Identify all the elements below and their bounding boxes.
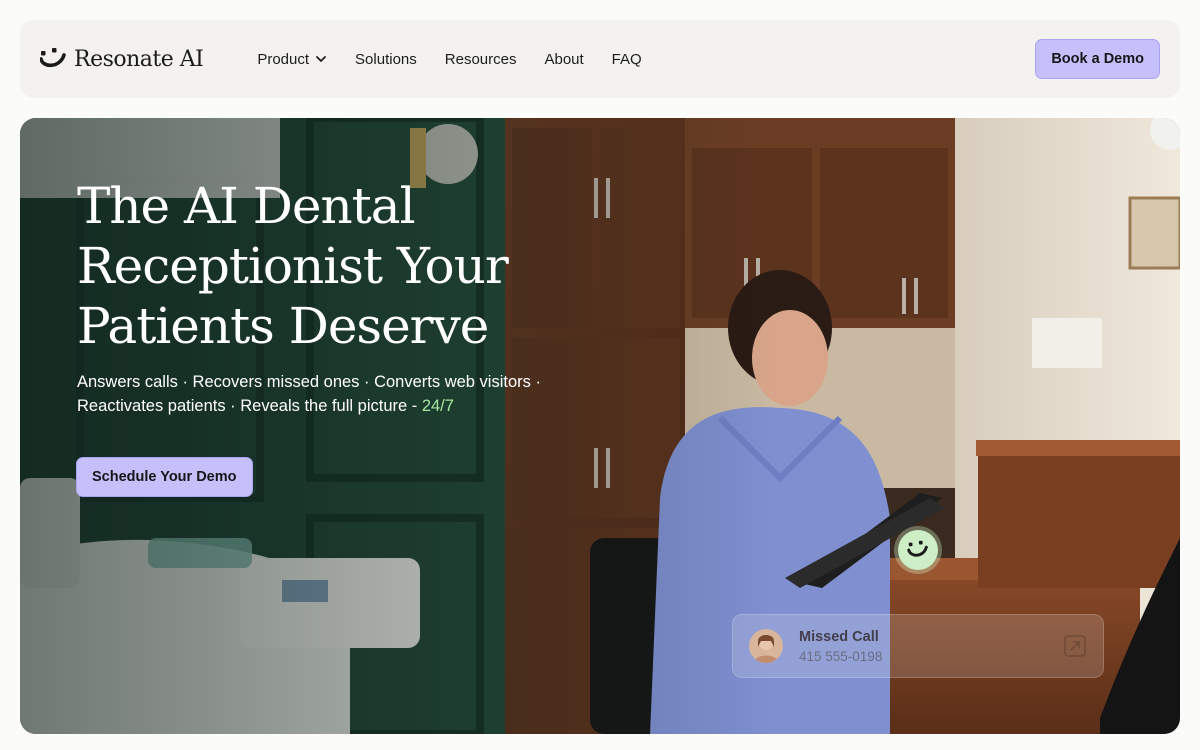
nav-item-faq[interactable]: FAQ: [612, 51, 642, 68]
hero-subtitle-accent: 24/7: [421, 397, 454, 415]
hero-section: The AI Dental Receptionist Your Patients…: [20, 118, 1180, 734]
nav-item-product[interactable]: Product: [257, 51, 327, 68]
nav-item-about[interactable]: About: [544, 51, 583, 68]
navbar: Resonate AI Product Solutions Resources …: [20, 20, 1180, 98]
smile-logo-icon: [907, 540, 928, 557]
missed-call-title: Missed Call: [799, 628, 879, 645]
hero-subtitle-text: Answers calls · Recovers missed ones · C…: [77, 373, 541, 415]
chevron-down-icon: [316, 56, 326, 62]
missed-call-phone: 415 555-0198: [799, 648, 883, 664]
hero-subtitle: Answers calls · Recovers missed ones · C…: [77, 370, 557, 418]
hero-title: The AI Dental Receptionist Your Patients…: [77, 177, 509, 355]
smile-logo-icon: [40, 48, 66, 68]
primary-nav: Product Solutions Resources About FAQ: [257, 51, 641, 68]
brand-name: Resonate AI: [74, 46, 204, 72]
missed-call-card: Missed Call 415 555-0198: [732, 614, 1104, 678]
nav-item-label: Product: [257, 50, 310, 68]
missed-call-text: Missed Call 415 555-0198: [799, 629, 882, 664]
avatar: [749, 629, 783, 663]
nav-item-solutions[interactable]: Solutions: [355, 51, 417, 68]
smile-badge: [898, 530, 938, 570]
schedule-demo-button[interactable]: Schedule Your Demo: [76, 457, 253, 497]
logo[interactable]: Resonate AI: [40, 46, 204, 72]
phone-callback-icon: [1064, 635, 1086, 657]
nav-item-resources[interactable]: Resources: [445, 51, 517, 68]
book-demo-button[interactable]: Book a Demo: [1035, 39, 1160, 79]
